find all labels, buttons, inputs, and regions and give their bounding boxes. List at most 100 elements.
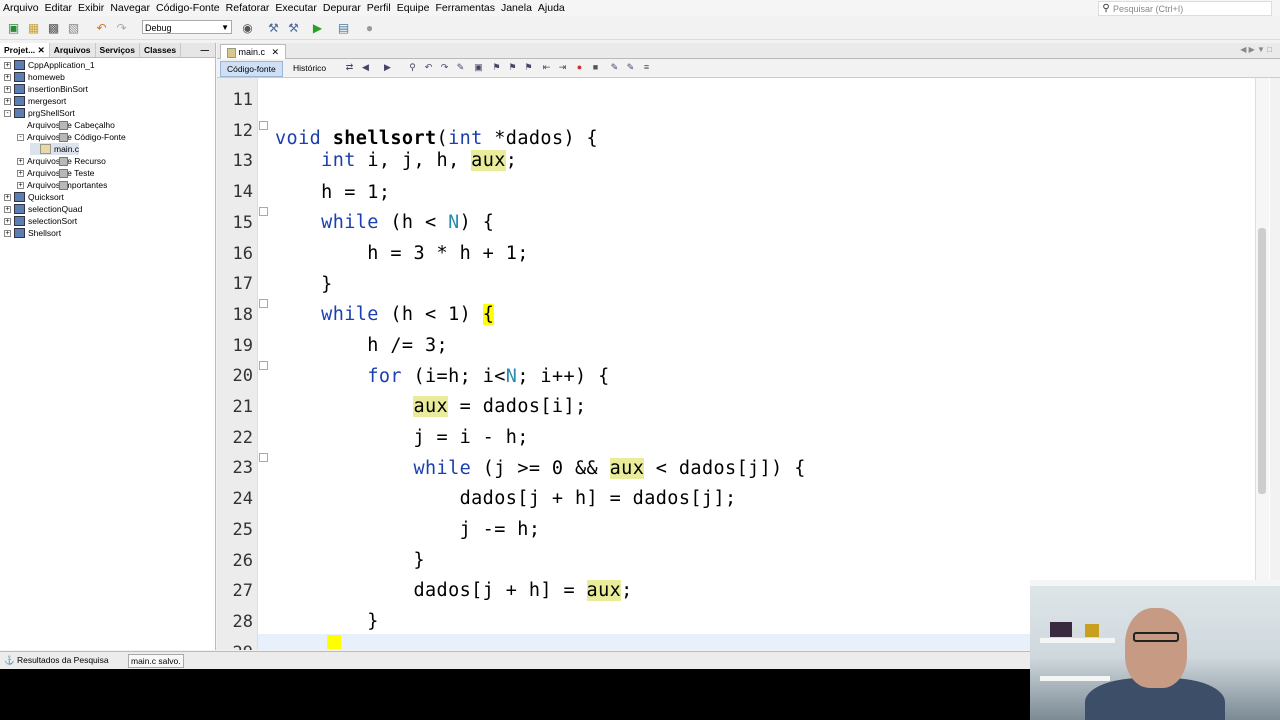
run-icon[interactable]: ▶: [310, 20, 325, 35]
tree-item[interactable]: +Arquivos de Recurso: [17, 155, 106, 167]
expand-icon[interactable]: +: [4, 229, 11, 237]
next-bookmark-icon[interactable]: ⚑: [507, 62, 518, 73]
expand-icon[interactable]: +: [4, 217, 11, 225]
tree-item[interactable]: + insertionBinSort: [4, 83, 88, 95]
scroll-tabs-icon[interactable]: ◀ ▶ ▼ □: [1240, 45, 1272, 54]
stop-macro-icon[interactable]: ■: [590, 62, 601, 73]
new-project-icon[interactable]: ▣: [6, 20, 21, 35]
shift-left-icon[interactable]: ⇤: [541, 62, 552, 73]
last-edit-icon[interactable]: ⇄: [344, 62, 355, 73]
build-icon[interactable]: ⚒: [266, 20, 281, 35]
expand-icon[interactable]: +: [4, 193, 11, 201]
find-icon[interactable]: ⚲: [407, 62, 418, 73]
toggle-highlight-icon[interactable]: ✎: [455, 62, 466, 73]
expand-icon[interactable]: +: [4, 205, 11, 213]
tree-item[interactable]: + selectionSort: [4, 215, 77, 227]
redo-icon[interactable]: ↷: [114, 20, 129, 35]
toggle-bookmark-icon[interactable]: ⚑: [523, 62, 534, 73]
open-project-icon[interactable]: ▩: [46, 20, 61, 35]
code-editor[interactable]: 11 12 13 14 15 16 17 18 19 20 21 22 23 24 25 26 27 28 29 v…: [217, 78, 1270, 650]
tree-item[interactable]: + mergesort: [4, 95, 66, 107]
expand-icon[interactable]: +: [17, 181, 24, 189]
target-icon[interactable]: ◉: [240, 20, 255, 35]
menu-codigo-fonte[interactable]: Código-Fonte: [153, 0, 223, 16]
search-box[interactable]: ⚲ Pesquisar (Ctrl+I): [1098, 1, 1272, 16]
folder-icon: [59, 132, 68, 142]
tree-item[interactable]: - Arquivos de Código-Fonte: [17, 131, 126, 143]
tree-item[interactable]: +Arquivos de Teste: [17, 167, 94, 179]
fold-toggle-icon[interactable]: [259, 121, 268, 130]
tab-codigo-fonte[interactable]: Código-fonte: [220, 61, 283, 77]
profile-icon[interactable]: ●: [362, 20, 377, 35]
tab-arquivos[interactable]: Arquivos: [50, 43, 96, 57]
ide-window: Arquivo Editar Exibir Navegar Código-Fon…: [0, 0, 1280, 669]
find-next-icon[interactable]: ↷: [439, 62, 450, 73]
minimize-icon[interactable]: —: [201, 43, 216, 57]
record-macro-icon[interactable]: ●: [574, 62, 585, 73]
menu-executar[interactable]: Executar: [272, 0, 319, 16]
collapse-icon[interactable]: -: [17, 133, 24, 141]
tab-projetos[interactable]: Projet... ✕: [0, 43, 50, 57]
scrollbar-thumb[interactable]: [1258, 228, 1266, 494]
menu-perfil[interactable]: Perfil: [364, 0, 394, 16]
expand-icon[interactable]: +: [4, 97, 11, 105]
menu-depurar[interactable]: Depurar: [320, 0, 364, 16]
shift-right-icon[interactable]: ⇥: [557, 62, 568, 73]
fold-toggle-icon[interactable]: [259, 207, 268, 216]
line-number: 29: [217, 643, 253, 650]
menu-exibir[interactable]: Exibir: [75, 0, 107, 16]
tree-item[interactable]: + selectionQuad: [4, 203, 82, 215]
save-all-icon[interactable]: ▧: [66, 20, 81, 35]
new-file-icon[interactable]: ▦: [26, 20, 41, 35]
menu-editar[interactable]: Editar: [42, 0, 75, 16]
expand-icon[interactable]: +: [4, 73, 11, 81]
tree-item[interactable]: main.c: [30, 143, 80, 155]
uncomment-icon[interactable]: ✎: [625, 62, 636, 73]
line-number: 24: [232, 489, 253, 510]
project-icon: [14, 84, 25, 94]
tree-item[interactable]: Arquivos de Cabeçalho: [17, 119, 115, 131]
menu-arquivo[interactable]: Arquivo: [0, 0, 42, 16]
format-icon[interactable]: ≡: [641, 62, 652, 73]
menu-ferramentas[interactable]: Ferramentas: [432, 0, 498, 16]
back-icon[interactable]: ◀: [360, 62, 371, 73]
menu-equipe[interactable]: Equipe: [394, 0, 433, 16]
search-results-tab[interactable]: ⚓ Resultados da Pesquisa: [4, 652, 109, 669]
tree-item[interactable]: + Quicksort: [4, 191, 64, 203]
line-number: 14: [232, 182, 253, 203]
find-prev-icon[interactable]: ↶: [423, 62, 434, 73]
build-config-select[interactable]: Debug ▼: [142, 20, 232, 34]
expand-icon[interactable]: +: [4, 61, 11, 69]
menu-refatorar[interactable]: Refatorar: [223, 0, 273, 16]
close-icon[interactable]: ✕: [38, 45, 45, 55]
undo-icon[interactable]: ↶: [94, 20, 109, 35]
menu-navegar[interactable]: Navegar: [107, 0, 153, 16]
tab-historico[interactable]: Histórico: [287, 61, 332, 75]
collapse-icon[interactable]: -: [4, 109, 11, 117]
tree-item[interactable]: + Arquivos Importantes: [17, 179, 107, 191]
tree-item[interactable]: + CppApplication_1: [4, 59, 95, 71]
tree-item-label: Arquivos de Código-Fonte: [27, 132, 126, 142]
toggle-rect-select-icon[interactable]: ▣: [473, 62, 484, 73]
expand-icon[interactable]: +: [17, 169, 24, 177]
fold-toggle-icon[interactable]: [259, 299, 268, 308]
menu-ajuda[interactable]: Ajuda: [535, 0, 568, 16]
comment-icon[interactable]: ✎: [609, 62, 620, 73]
expand-icon[interactable]: +: [17, 157, 24, 165]
debug-icon[interactable]: ▤: [336, 20, 351, 35]
fold-toggle-icon[interactable]: [259, 361, 268, 370]
menu-janela[interactable]: Janela: [498, 0, 535, 16]
clean-build-icon[interactable]: ⚒: [286, 20, 301, 35]
tree-item[interactable]: - prgShellSort: [4, 107, 75, 119]
editor-file-tab[interactable]: main.c ✕: [220, 44, 287, 59]
expand-icon[interactable]: +: [4, 85, 11, 93]
close-icon[interactable]: ✕: [272, 47, 280, 57]
prev-bookmark-icon[interactable]: ⚑: [491, 62, 502, 73]
forward-icon[interactable]: ▶: [382, 62, 393, 73]
fold-toggle-icon[interactable]: [259, 453, 268, 462]
tree-item[interactable]: + homeweb: [4, 71, 65, 83]
tab-classes[interactable]: Classes: [140, 43, 182, 57]
tab-servicos[interactable]: Serviços: [96, 43, 140, 57]
tree-item[interactable]: + Shellsort: [4, 227, 61, 239]
editor-scrollbar[interactable]: [1255, 78, 1269, 650]
